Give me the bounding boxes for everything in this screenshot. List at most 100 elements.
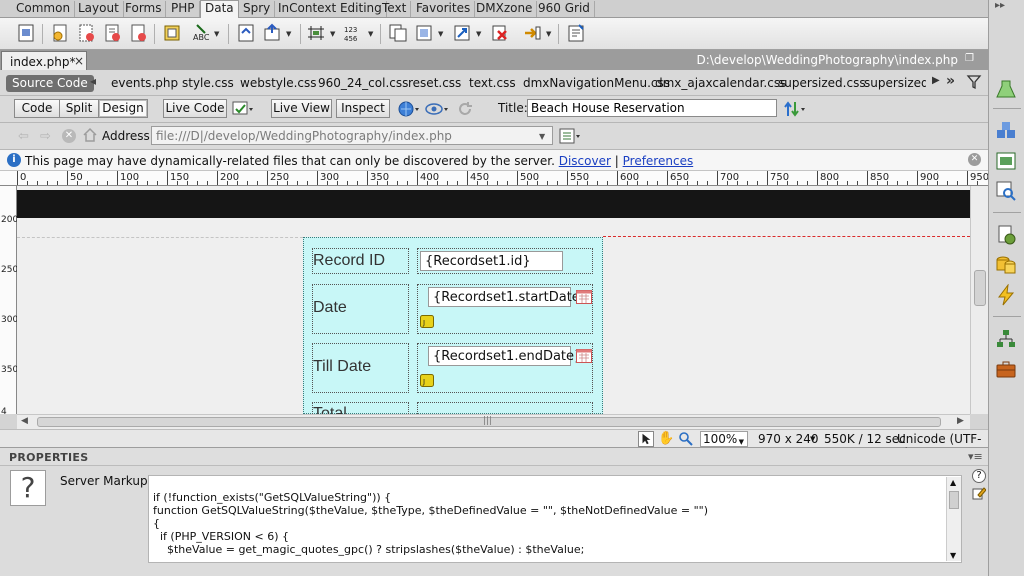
tab-favorites[interactable]: Favorites <box>412 1 476 17</box>
master-detail-icon[interactable]: 123 456 <box>344 23 364 43</box>
preferences-link[interactable]: Preferences <box>623 154 694 168</box>
page-title-input[interactable] <box>527 99 777 117</box>
tab-php[interactable]: PHP <box>167 1 200 17</box>
properties-header[interactable]: PROPERTIES ▾≡ <box>0 448 988 466</box>
calendar-icon[interactable] <box>576 349 592 363</box>
browser-options-icon[interactable] <box>559 127 583 145</box>
server-behaviors-icon[interactable] <box>995 283 1017 306</box>
check-browser-compat-icon[interactable] <box>232 100 254 118</box>
help-icon[interactable]: ? <box>972 469 986 483</box>
back-arrow-icon[interactable]: ⇦ <box>18 129 29 144</box>
document-tab[interactable]: index.php* × <box>1 51 87 70</box>
repeated-region-icon[interactable] <box>128 23 148 43</box>
update-record-icon[interactable] <box>414 23 434 43</box>
edit-tag-icon[interactable] <box>972 486 987 500</box>
databases-icon[interactable] <box>995 224 1017 246</box>
panel-menu-icon[interactable]: ▾≡ <box>968 450 983 463</box>
show-region-icon[interactable] <box>162 23 182 43</box>
recordset-paging-icon[interactable] <box>236 23 256 43</box>
design-view-button[interactable]: Design <box>98 99 148 118</box>
filter-icon[interactable] <box>966 74 982 90</box>
calendar-icon[interactable] <box>576 290 592 304</box>
related-file[interactable]: reset.css <box>408 76 461 90</box>
display-record-count-icon[interactable] <box>306 23 326 43</box>
server-markup-code[interactable]: if (!function_exists("GetSQLValueString"… <box>148 475 962 563</box>
preview-browser-icon[interactable] <box>397 100 421 118</box>
server-behavior-icon[interactable] <box>566 23 586 43</box>
scroll-left-icon[interactable]: ◀ <box>21 416 28 426</box>
tab-common[interactable]: Common <box>12 1 76 17</box>
zoom-tool-icon[interactable] <box>678 431 694 447</box>
delete-record-icon[interactable] <box>452 23 472 43</box>
scrollbar-thumb[interactable] <box>974 270 986 306</box>
user-authentication-icon[interactable] <box>490 23 510 43</box>
css-styles-icon[interactable] <box>995 120 1017 142</box>
tab-text[interactable]: Text <box>378 1 412 17</box>
split-view-button[interactable]: Split <box>59 99 99 118</box>
related-file[interactable]: supersized.sl <box>864 76 926 90</box>
imported-data-icon[interactable] <box>16 23 36 43</box>
vertical-scrollbar[interactable] <box>970 186 988 414</box>
insert-panel-icon[interactable] <box>995 78 1017 100</box>
visual-aids-icon[interactable] <box>424 100 450 118</box>
close-icon[interactable]: ✕ <box>968 153 981 166</box>
collapse-icon[interactable]: ▸▸ <box>995 0 1005 11</box>
close-icon[interactable]: × <box>74 54 84 68</box>
related-file[interactable]: dmxNavigationMenu.css <box>523 76 670 90</box>
forward-arrow-icon[interactable]: ⇨ <box>40 129 51 144</box>
hand-tool-icon[interactable]: ✋ <box>658 431 674 446</box>
tab-spry[interactable]: Spry <box>239 1 276 17</box>
tab-incontext-editing[interactable]: InContext Editing <box>274 1 387 17</box>
zoom-select[interactable]: 100% ▼ <box>700 431 748 447</box>
tab-forms[interactable]: Forms <box>121 1 167 17</box>
tab-layout[interactable]: Layout <box>74 1 124 17</box>
related-file[interactable]: dmx_ajaxcalendar.css <box>655 76 786 90</box>
ap-elements-icon[interactable] <box>995 150 1017 172</box>
related-file[interactable]: 960_24_col.css <box>318 76 408 90</box>
related-file[interactable]: webstyle.css <box>240 76 317 90</box>
stop-icon[interactable]: ✕ <box>62 129 76 143</box>
related-file[interactable]: events.php <box>111 76 178 90</box>
assets-icon[interactable] <box>995 358 1017 380</box>
more-files-icon[interactable]: » <box>946 73 955 89</box>
source-code-button[interactable]: Source Code <box>6 75 94 92</box>
tab-data[interactable]: Data <box>200 0 239 19</box>
scroll-left-icon[interactable]: ◂ <box>90 74 96 88</box>
spelling-abc-icon[interactable]: ABC <box>192 23 212 43</box>
address-input[interactable] <box>151 126 553 145</box>
restore-window-icon[interactable]: ❐ <box>965 53 974 64</box>
go-to-detail-icon[interactable] <box>262 23 282 43</box>
xslt-transformation-icon[interactable] <box>522 23 542 43</box>
live-view-button[interactable]: Live View <box>271 99 332 118</box>
insert-record-icon[interactable] <box>388 23 408 43</box>
scrollbar-thumb[interactable] <box>949 491 959 509</box>
record-id-field[interactable]: {Recordset1.id} <box>420 251 563 271</box>
dynamic-data-icon[interactable] <box>102 23 122 43</box>
end-date-field[interactable]: {Recordset1.endDate} <box>428 346 582 366</box>
code-scrollbar[interactable]: ▲ ▼ <box>946 477 961 561</box>
home-icon[interactable] <box>82 127 98 143</box>
related-file[interactable]: text.css <box>469 76 516 90</box>
file-management-icon[interactable] <box>784 100 808 118</box>
live-code-button[interactable]: Live Code <box>163 99 227 118</box>
recordset-icon[interactable] <box>50 23 70 43</box>
start-date-field[interactable]: {Recordset1.startDate} <box>428 287 588 307</box>
record-form[interactable]: Record ID {Recordset1.id} Date {Recordse… <box>303 237 603 414</box>
scroll-right-icon[interactable]: ▶ <box>957 416 964 426</box>
tag-inspector-icon[interactable] <box>995 180 1017 202</box>
select-tool-icon[interactable] <box>638 431 654 447</box>
related-file[interactable]: style.css <box>182 76 234 90</box>
design-canvas[interactable]: Record ID {Recordset1.id} Date {Recordse… <box>17 186 970 414</box>
bindings-icon[interactable] <box>995 254 1017 276</box>
chevron-down-icon[interactable]: ▼ <box>810 435 815 443</box>
chevron-down-icon[interactable]: ▼ <box>539 132 545 141</box>
discover-link[interactable]: Discover <box>559 154 611 168</box>
refresh-icon[interactable] <box>456 100 474 118</box>
files-icon[interactable] <box>995 328 1017 350</box>
tab-dmxzone[interactable]: DMXzone <box>472 1 538 17</box>
related-file[interactable]: supersized.css <box>778 76 866 90</box>
scroll-right-icon[interactable]: ▶ <box>932 75 940 86</box>
code-view-button[interactable]: Code <box>14 99 60 118</box>
tab-960-grid[interactable]: 960 Grid <box>534 1 595 17</box>
inspect-button[interactable]: Inspect <box>336 99 390 118</box>
